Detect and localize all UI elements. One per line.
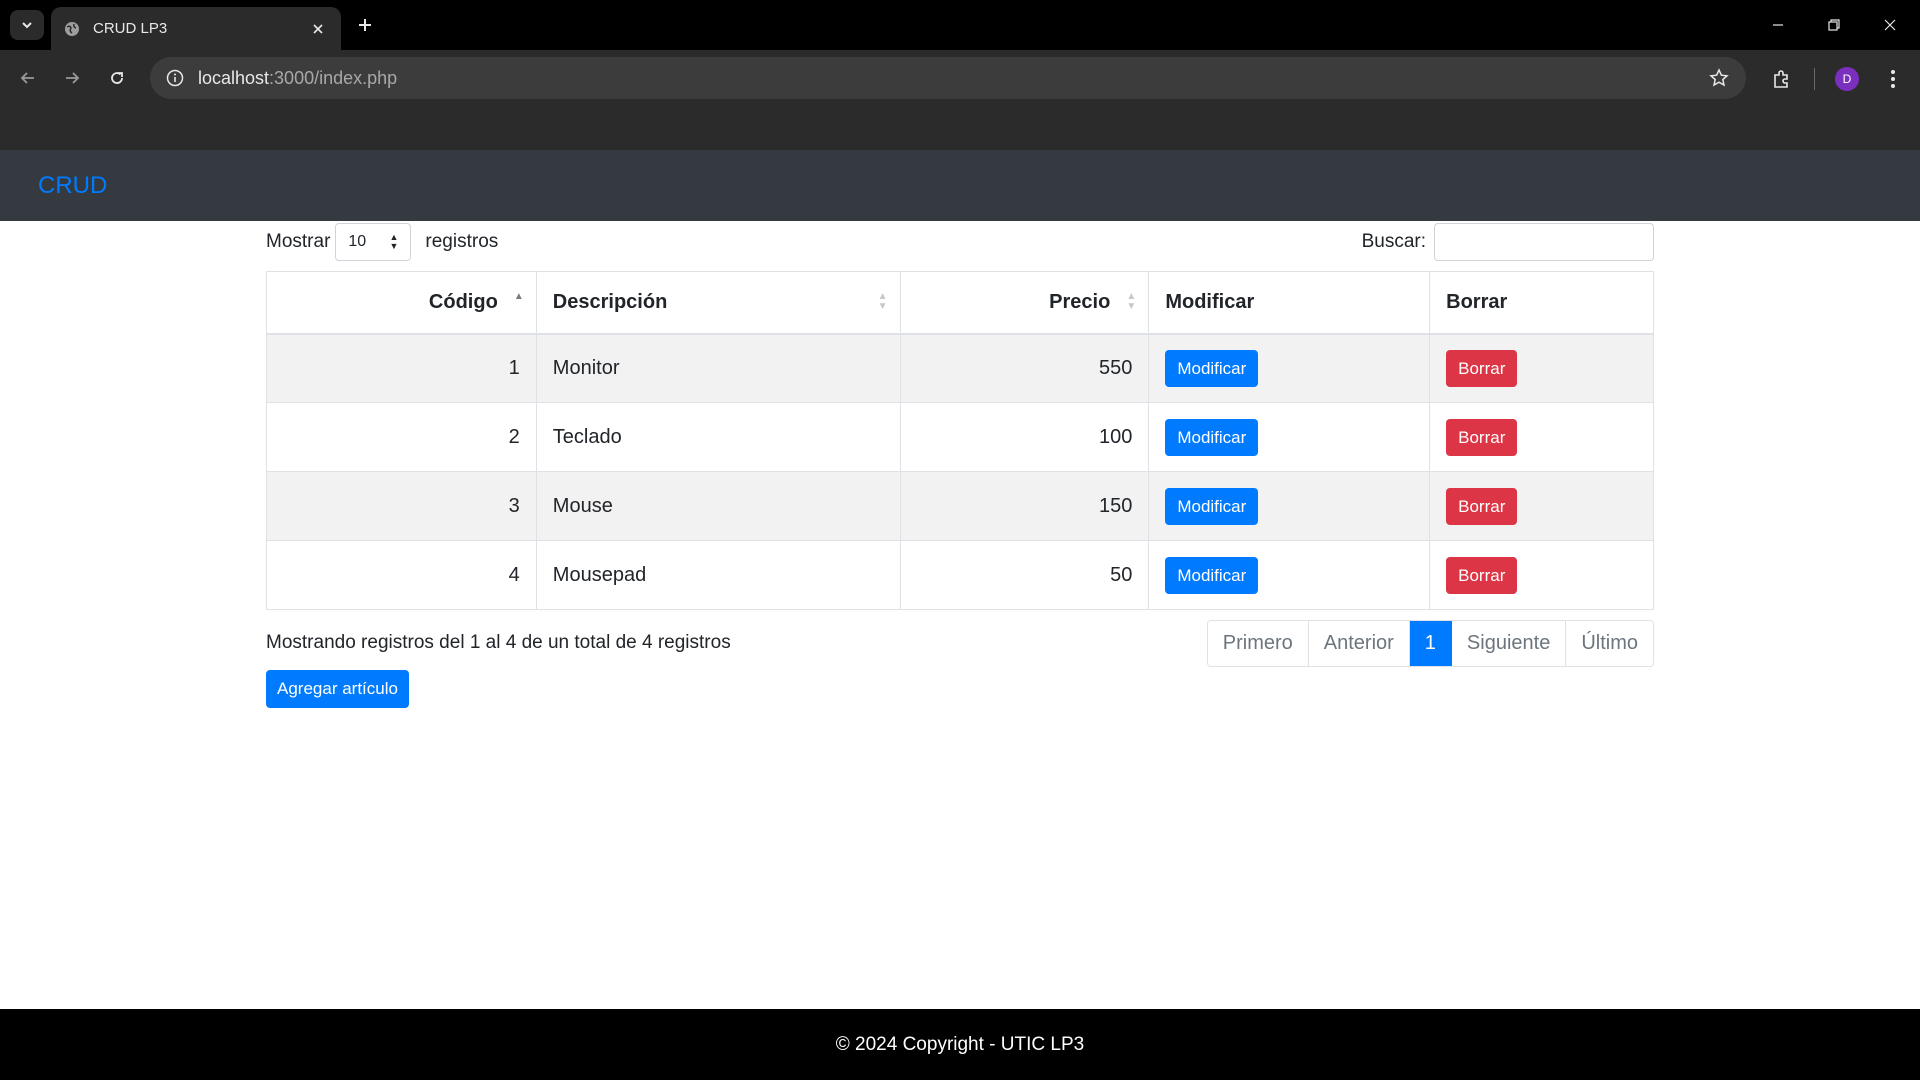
cell-precio: 550 bbox=[899, 333, 1150, 403]
table-row: 4 Mousepad 50 Modificar Borrar bbox=[266, 540, 1654, 610]
header-descripcion-label: Descripción bbox=[552, 290, 668, 313]
page-next[interactable]: Siguiente bbox=[1451, 621, 1567, 666]
page-last[interactable]: Último bbox=[1566, 621, 1653, 666]
new-tab-icon[interactable] bbox=[352, 12, 378, 38]
cell-borrar: Borrar bbox=[1429, 333, 1654, 403]
cell-codigo: 4 bbox=[266, 540, 537, 610]
table-row: 3 Mouse 150 Modificar Borrar bbox=[266, 471, 1654, 541]
tab-search-button[interactable] bbox=[10, 10, 44, 40]
header-borrar: Borrar bbox=[1429, 271, 1654, 335]
header-precio[interactable]: Precio ▲ ▼ bbox=[899, 271, 1150, 335]
cell-precio: 50 bbox=[899, 540, 1150, 610]
cell-borrar: Borrar bbox=[1429, 471, 1654, 541]
header-codigo-label: Código bbox=[428, 290, 498, 313]
table-row: 1 Monitor 550 Modificar Borrar bbox=[266, 333, 1654, 403]
page-first[interactable]: Primero bbox=[1207, 621, 1309, 666]
cell-modificar: Modificar bbox=[1148, 471, 1431, 541]
table-info: Mostrando registros del 1 al 4 de un tot… bbox=[266, 632, 731, 653]
cell-codigo: 3 bbox=[266, 471, 537, 541]
toolbar-separator bbox=[1814, 68, 1815, 90]
header-modificar: Modificar bbox=[1148, 271, 1431, 335]
page-size-select[interactable]: 10 ▲ ▼ bbox=[335, 223, 412, 261]
page-footer: © 2024 Copyright - UTIC LP3 bbox=[0, 1009, 1920, 1080]
table-header-row: Código ▲ Descripción ▲ ▼ Precio ▲ ▼ Modifi… bbox=[266, 271, 1654, 335]
modify-button[interactable]: Modificar bbox=[1165, 487, 1259, 525]
modify-button[interactable]: Modificar bbox=[1165, 418, 1259, 456]
browser-tab[interactable]: CRUD LP3 bbox=[51, 7, 341, 50]
cell-modificar: Modificar bbox=[1148, 402, 1431, 472]
close-tab-icon[interactable] bbox=[307, 18, 329, 40]
table-controls: Mostrar 10 ▲ ▼ registros Buscar: bbox=[266, 221, 1654, 271]
cell-modificar: Modificar bbox=[1148, 540, 1431, 610]
browser-bookmark-area bbox=[0, 100, 1920, 150]
modify-button[interactable]: Modificar bbox=[1165, 349, 1259, 387]
pagination: Primero Anterior 1 Siguiente Último bbox=[1206, 620, 1654, 667]
url-path: :3000/index.php bbox=[269, 67, 398, 88]
globe-icon bbox=[63, 20, 81, 38]
site-info-icon[interactable] bbox=[164, 67, 186, 89]
delete-button[interactable]: Borrar bbox=[1446, 556, 1518, 594]
close-window-icon[interactable] bbox=[1870, 10, 1910, 40]
cell-descripcion: Mousepad bbox=[535, 540, 901, 610]
cell-codigo: 2 bbox=[266, 402, 537, 472]
page-length-control: Mostrar 10 ▲ ▼ registros bbox=[266, 223, 498, 261]
search-input[interactable] bbox=[1434, 223, 1654, 261]
page-previous[interactable]: Anterior bbox=[1308, 621, 1410, 666]
show-label: Mostrar bbox=[266, 231, 331, 252]
delete-button[interactable]: Borrar bbox=[1446, 487, 1518, 525]
page-current[interactable]: 1 bbox=[1409, 621, 1452, 666]
sort-both-icon: ▲ ▼ bbox=[1126, 291, 1137, 313]
cell-descripcion: Teclado bbox=[535, 402, 901, 472]
chevron-down-icon bbox=[22, 22, 32, 29]
modify-button[interactable]: Modificar bbox=[1165, 556, 1259, 594]
table-footer: Mostrando registros del 1 al 4 de un tot… bbox=[266, 620, 1654, 670]
extensions-icon[interactable] bbox=[1766, 64, 1796, 94]
minimize-icon[interactable] bbox=[1758, 10, 1798, 40]
kebab-menu-icon[interactable] bbox=[1878, 64, 1908, 94]
search-control: Buscar: bbox=[1362, 223, 1654, 261]
header-descripcion[interactable]: Descripción ▲ ▼ bbox=[535, 271, 901, 335]
delete-button[interactable]: Borrar bbox=[1446, 418, 1518, 456]
header-modificar-label: Modificar bbox=[1165, 290, 1255, 313]
cell-descripcion: Monitor bbox=[535, 333, 901, 403]
url-text: localhost:3000/index.php bbox=[198, 68, 397, 89]
url-host: localhost bbox=[198, 67, 270, 88]
copyright-text: © 2024 Copyright - UTIC LP3 bbox=[835, 1033, 1085, 1055]
browser-tab-strip: CRUD LP3 bbox=[0, 0, 1920, 50]
header-codigo[interactable]: Código ▲ bbox=[266, 271, 537, 335]
cell-codigo: 1 bbox=[266, 333, 537, 403]
tab-title: CRUD LP3 bbox=[93, 20, 168, 37]
reload-icon[interactable] bbox=[101, 62, 133, 94]
bookmark-star-icon[interactable] bbox=[1708, 67, 1730, 89]
cell-borrar: Borrar bbox=[1429, 402, 1654, 472]
search-label: Buscar: bbox=[1361, 231, 1426, 252]
delete-button[interactable]: Borrar bbox=[1446, 349, 1518, 387]
header-borrar-label: Borrar bbox=[1446, 290, 1508, 313]
records-label: registros bbox=[425, 231, 499, 252]
cell-borrar: Borrar bbox=[1429, 540, 1654, 610]
cell-precio: 150 bbox=[899, 471, 1150, 541]
table-row: 2 Teclado 100 Modificar Borrar bbox=[266, 402, 1654, 472]
header-precio-label: Precio bbox=[1049, 290, 1111, 313]
add-article-button[interactable]: Agregar artículo bbox=[266, 670, 409, 708]
restore-icon[interactable] bbox=[1814, 10, 1854, 40]
app-navbar: CRUD bbox=[0, 150, 1920, 221]
back-arrow-icon[interactable] bbox=[12, 62, 44, 94]
cell-precio: 100 bbox=[899, 402, 1150, 472]
page-size-value: 10 bbox=[348, 233, 367, 250]
articles-table: Código ▲ Descripción ▲ ▼ Precio ▲ ▼ Modifi… bbox=[266, 271, 1654, 610]
main-container: Mostrar 10 ▲ ▼ registros Buscar: Código ▲ bbox=[266, 221, 1654, 708]
profile-avatar[interactable]: D bbox=[1835, 67, 1859, 91]
select-arrows-icon: ▲ ▼ bbox=[389, 232, 399, 251]
sort-ascending-icon: ▲ bbox=[513, 291, 524, 303]
cell-modificar: Modificar bbox=[1148, 333, 1431, 403]
forward-arrow-icon[interactable] bbox=[56, 62, 88, 94]
cell-descripcion: Mouse bbox=[535, 471, 901, 541]
address-bar[interactable]: localhost:3000/index.php bbox=[150, 57, 1746, 99]
sort-both-icon: ▲ ▼ bbox=[877, 291, 888, 313]
brand-link[interactable]: CRUD bbox=[38, 172, 107, 200]
